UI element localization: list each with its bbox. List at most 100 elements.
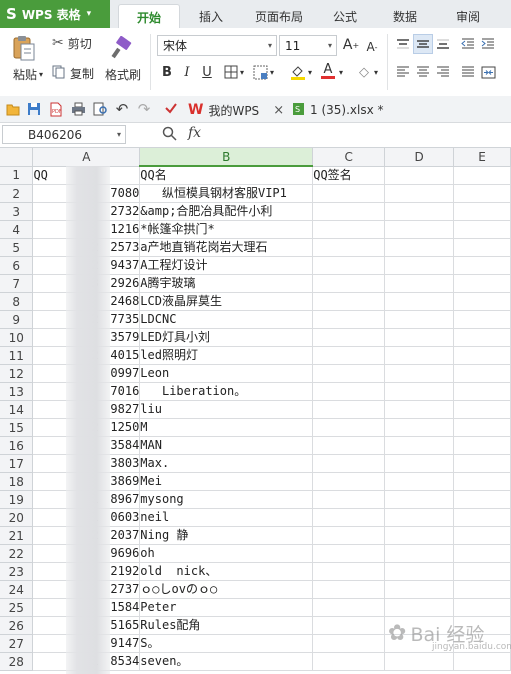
cell-empty[interactable] [384, 400, 455, 419]
cell-empty[interactable] [453, 166, 511, 185]
column-header-d[interactable]: D [384, 148, 455, 167]
save-icon[interactable] [26, 101, 42, 117]
cell-empty[interactable] [384, 382, 455, 401]
undo-icon[interactable]: ↶ [114, 100, 130, 118]
tab-data[interactable]: 数据 [380, 4, 430, 28]
cell-qq-name[interactable]: A工程灯设计 [139, 256, 314, 275]
cell-qq-name[interactable]: A腾宇玻璃 [139, 274, 314, 293]
column-header-e[interactable]: E [453, 148, 511, 167]
cell-qq-name[interactable]: *帐篷伞拱门* [139, 220, 314, 239]
cell-empty[interactable] [384, 274, 455, 293]
cell-qq-name[interactable]: MAN [139, 436, 314, 455]
row-header[interactable]: 1 [0, 166, 34, 185]
align-top-icon[interactable] [393, 34, 413, 54]
cell-qq-name[interactable]: seven。 [139, 652, 314, 671]
cell-qq-signature[interactable] [312, 418, 386, 437]
row-header[interactable]: 9 [0, 310, 34, 329]
customize-toolbar-icon[interactable] [163, 101, 179, 117]
cell-qq-signature[interactable] [312, 472, 386, 491]
cell-empty[interactable] [453, 580, 511, 599]
align-center-icon[interactable] [413, 62, 433, 82]
cell-qq-name[interactable]: S。 [139, 634, 314, 653]
cell-qq-signature[interactable] [312, 256, 386, 275]
cell-empty[interactable] [384, 256, 455, 275]
row-header[interactable]: 25 [0, 598, 34, 617]
cell-qq-signature[interactable] [312, 490, 386, 509]
row-header[interactable]: 21 [0, 526, 34, 545]
cell-empty[interactable] [453, 238, 511, 257]
cell-empty[interactable] [453, 526, 511, 545]
cell-qq-number[interactable]: 1 8967 [32, 490, 141, 509]
cell-qq-number[interactable]: 3869 [32, 472, 141, 491]
cell-qq-name[interactable]: Peter [139, 598, 314, 617]
cell-qq-signature[interactable] [312, 562, 386, 581]
cell-qq-signature[interactable] [312, 598, 386, 617]
cell-qq-signature[interactable] [312, 526, 386, 545]
cell-empty[interactable] [384, 184, 455, 203]
row-header[interactable]: 11 [0, 346, 34, 365]
cell-empty[interactable] [453, 310, 511, 329]
cell-qq-number[interactable]: 7016 [32, 382, 141, 401]
tab-insert[interactable]: 插入 [186, 4, 236, 28]
row-header[interactable]: 20 [0, 508, 34, 527]
cell-qq-number[interactable]: 2737 [32, 580, 141, 599]
cell-qq-number[interactable]: 7080 [32, 184, 141, 203]
bold-button[interactable]: B [157, 62, 177, 82]
cell-empty[interactable] [453, 454, 511, 473]
cell-qq-number[interactable]: 3584 [32, 436, 141, 455]
cell-qq-name[interactable]: LED灯具小刘 [139, 328, 314, 347]
cell-qq-signature[interactable] [312, 292, 386, 311]
row-header[interactable]: 7 [0, 274, 34, 293]
row-header[interactable]: 13 [0, 382, 34, 401]
increase-indent-icon[interactable] [478, 34, 498, 54]
row-header[interactable]: 10 [0, 328, 34, 347]
cell-qq-number[interactable]: 9827 [32, 400, 141, 419]
row-header[interactable]: 22 [0, 544, 34, 563]
cell-qq-signature[interactable] [312, 382, 386, 401]
cell-empty[interactable] [453, 436, 511, 455]
print-icon[interactable] [70, 101, 86, 117]
cell-empty[interactable] [384, 220, 455, 239]
paste-button[interactable]: 粘贴 ▾ [8, 66, 48, 82]
copy-button[interactable]: 复制 [52, 64, 104, 82]
align-bottom-icon[interactable] [433, 34, 453, 54]
cell-qq-signature[interactable] [312, 508, 386, 527]
cell-empty[interactable] [384, 454, 455, 473]
cell-format-dropdown[interactable]: ▾ [268, 64, 276, 80]
cell-qq-number[interactable]: 2 9437 [32, 256, 141, 275]
cell-qq-signature[interactable] [312, 202, 386, 221]
cell-empty[interactable] [384, 508, 455, 527]
cell-empty[interactable] [384, 346, 455, 365]
italic-button[interactable]: I [177, 62, 197, 82]
row-header[interactable]: 16 [0, 436, 34, 455]
cell-empty[interactable] [453, 382, 511, 401]
formula-input[interactable] [218, 125, 508, 144]
cell-qq-signature[interactable] [312, 274, 386, 293]
cell-qq-signature[interactable] [312, 328, 386, 347]
cell-empty[interactable] [453, 220, 511, 239]
format-painter-icon[interactable] [106, 34, 136, 62]
row-header[interactable]: 2 [0, 184, 34, 203]
cell-qq-number[interactable]: 3803 [32, 454, 141, 473]
cell-empty[interactable] [453, 274, 511, 293]
borders-dropdown[interactable]: ▾ [238, 64, 246, 80]
cell-empty[interactable] [453, 490, 511, 509]
cell-qq-signature[interactable] [312, 436, 386, 455]
row-header[interactable]: 15 [0, 418, 34, 437]
row-header[interactable]: 14 [0, 400, 34, 419]
row-header[interactable]: 12 [0, 364, 34, 383]
cell-qq-signature[interactable] [312, 220, 386, 239]
cut-button[interactable]: ✂ 剪切 [52, 34, 104, 52]
select-all-corner[interactable] [0, 148, 34, 167]
cell-qq-number[interactable]: 9696 [32, 544, 141, 563]
tab-review[interactable]: 审阅 [443, 4, 493, 28]
cell-qq-name[interactable]: Rules配角 [139, 616, 314, 635]
cell-empty[interactable] [384, 472, 455, 491]
cell-qq-number[interactable]: 2732 [32, 202, 141, 221]
row-header[interactable]: 19 [0, 490, 34, 509]
cell-qq-signature[interactable] [312, 238, 386, 257]
format-painter-button[interactable]: 格式刷 [102, 66, 144, 82]
close-icon[interactable]: × [273, 103, 284, 118]
row-header[interactable]: 27 [0, 634, 34, 653]
clear-format-dropdown[interactable]: ▾ [372, 64, 380, 80]
